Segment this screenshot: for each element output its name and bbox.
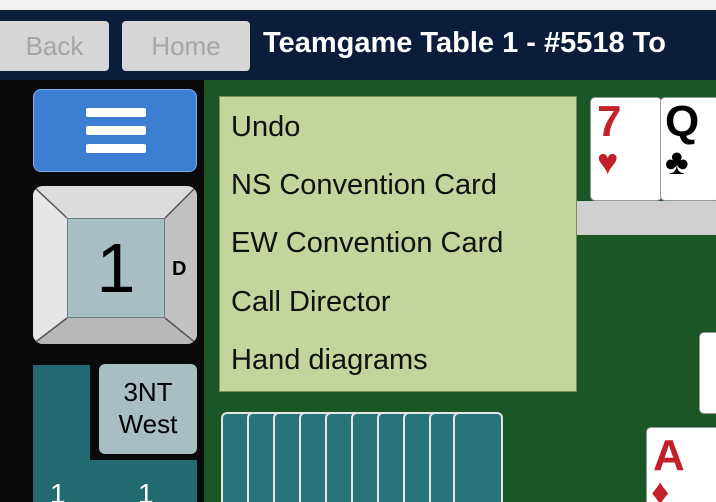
trick-count-left: 1: [50, 478, 66, 502]
club-icon: ♣: [665, 141, 689, 182]
left-panel: 1 D 3NT West 1 1: [0, 80, 204, 502]
diamond-icon: ♦: [651, 471, 670, 502]
trick-count-right: 1: [138, 478, 154, 502]
card-ace-diamonds[interactable]: A ♦: [646, 427, 716, 502]
card-queen-clubs[interactable]: Q ♣: [660, 97, 716, 201]
dummy-hand: [221, 412, 503, 502]
card-partial-east[interactable]: [699, 332, 716, 414]
card-rank: 7: [597, 97, 622, 146]
board-compass: 1 D: [33, 186, 197, 344]
card-back[interactable]: [453, 412, 503, 502]
home-button[interactable]: Home: [122, 21, 250, 71]
back-button[interactable]: Back: [0, 21, 109, 71]
menu-item-undo[interactable]: Undo: [231, 111, 300, 144]
contract-box: 3NT West: [99, 364, 197, 454]
menu-item-call-director[interactable]: Call Director: [231, 286, 391, 319]
page-title: Teamgame Table 1 - #5518 To: [263, 27, 666, 59]
board-number: 1: [67, 218, 165, 318]
card-seven-hearts[interactable]: 7 ♥: [590, 97, 662, 201]
dealer-indicator: D: [172, 258, 187, 280]
header-bar: Back Home Teamgame Table 1 - #5518 To: [0, 10, 716, 80]
heart-icon: ♥: [597, 141, 619, 182]
menu-item-ns-convention-card[interactable]: NS Convention Card: [231, 169, 497, 202]
card-rank: Q: [665, 97, 700, 146]
hand-strip: [575, 201, 716, 235]
menu-button[interactable]: [33, 89, 197, 172]
contract-level: 3NT: [123, 377, 173, 407]
hamburger-icon: [86, 108, 146, 154]
status-strip: [0, 0, 716, 10]
menu-item-hand-diagrams[interactable]: Hand diagrams: [231, 344, 428, 377]
menu-popup: Undo NS Convention Card EW Convention Ca…: [219, 96, 577, 392]
menu-item-ew-convention-card[interactable]: EW Convention Card: [231, 227, 503, 260]
contract-declarer: West: [118, 409, 178, 439]
